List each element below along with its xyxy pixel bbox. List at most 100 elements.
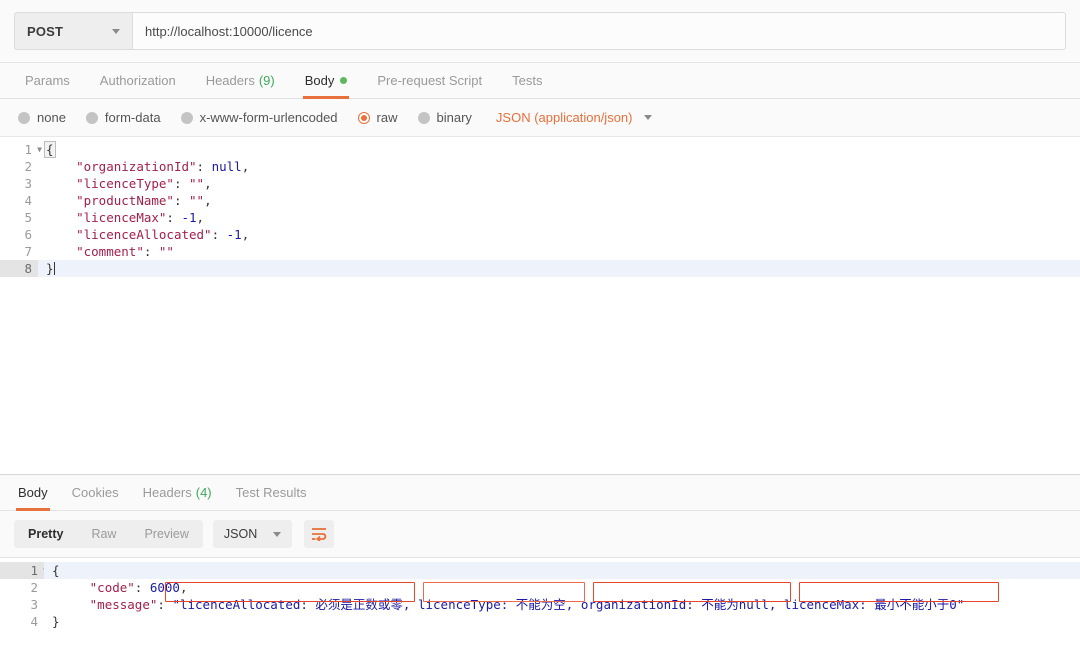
json-value: "" [189,176,204,191]
http-method-label: POST [27,24,112,39]
response-body-editor[interactable]: 1▼ 2 3 4 { "code": 6000, "message": "lic… [0,557,1080,647]
radio-icon [181,112,193,124]
json-key: "productName" [76,193,174,208]
code-line-3: "licenceType": "", [46,175,1080,192]
line-number: 5 [0,209,38,226]
json-key: "organizationId" [76,159,196,174]
response-tab-headers[interactable]: Headers (4) [131,475,224,510]
response-tab-headers-label: Headers [143,485,192,500]
line-number: 3 [0,175,38,192]
response-code-line-2: "code": 6000, [52,579,1080,596]
code-line-8: } [38,260,1080,277]
line-number: 2 [0,158,38,175]
response-tab-cookies[interactable]: Cookies [60,475,131,510]
body-modified-dot-icon [340,77,347,84]
radio-selected-icon [358,112,370,124]
tab-authorization-label: Authorization [100,73,176,88]
radio-icon [18,112,30,124]
json-value: "" [159,244,174,259]
tab-body-label: Body [305,73,335,88]
line-number: 2 [0,579,44,596]
json-key: "code" [90,580,135,595]
code-line-7: "comment": "" [46,243,1080,260]
tab-body[interactable]: Body [290,63,363,98]
request-url-input[interactable] [132,12,1066,50]
request-body-editor[interactable]: 1▼ 2 3 4 5 6 7 8 { "organizationId": nul… [0,137,1080,474]
text-cursor [54,262,55,275]
json-value: -1 [181,210,196,225]
response-code-line-4: } [52,613,1080,630]
json-value: "" [189,193,204,208]
view-mode-pretty[interactable]: Pretty [14,520,77,548]
body-type-raw-label: raw [377,110,398,125]
tab-headers-count: (9) [259,73,275,88]
line-number: 3 [0,596,44,613]
content-type-select[interactable]: JSON (application/json) [496,110,653,125]
response-tab-cookies-label: Cookies [72,485,119,500]
chevron-down-icon [644,115,652,120]
tab-headers-label: Headers [206,73,255,88]
line-number: 4 [0,192,38,209]
view-mode-raw[interactable]: Raw [77,520,130,548]
chevron-down-icon [112,29,120,34]
response-code-line-1: { [44,562,1080,579]
body-type-form-data-label: form-data [105,110,161,125]
json-key: "licenceMax" [76,210,166,225]
response-tab-headers-count: (4) [196,485,212,500]
line-number-active: 1▼ [0,562,44,579]
response-tab-body[interactable]: Body [6,475,60,510]
tab-params[interactable]: Params [10,63,85,98]
response-tab-test-results[interactable]: Test Results [224,475,319,510]
chevron-down-icon [273,532,281,537]
tab-tests[interactable]: Tests [497,63,557,98]
word-wrap-icon [311,527,327,541]
line-number: 7 [0,243,38,260]
tab-params-label: Params [25,73,70,88]
tab-authorization[interactable]: Authorization [85,63,191,98]
body-type-row: none form-data x-www-form-urlencoded raw… [0,99,1080,137]
http-method-select[interactable]: POST [14,12,132,50]
request-code-area: 1▼ 2 3 4 5 6 7 8 { "organizationId": nul… [0,137,1080,277]
json-value: 6000 [150,580,180,595]
body-type-none[interactable]: none [18,110,66,125]
brace-highlight: { [44,141,56,158]
request-code-lines: { "organizationId": null, "licenceType":… [38,137,1080,277]
request-gutter: 1▼ 2 3 4 5 6 7 8 [0,137,38,277]
code-line-2: "organizationId": null, [46,158,1080,175]
code-line-6: "licenceAllocated": -1, [46,226,1080,243]
body-type-none-label: none [37,110,66,125]
line-number: 6 [0,226,38,243]
json-key: "comment" [76,244,144,259]
tab-headers[interactable]: Headers (9) [191,63,290,98]
code-line-4: "productName": "", [46,192,1080,209]
word-wrap-button[interactable] [304,520,334,548]
radio-icon [418,112,430,124]
json-key: "message" [90,597,158,612]
response-format-select[interactable]: JSON [213,520,292,548]
body-type-urlencoded-label: x-www-form-urlencoded [200,110,338,125]
line-number-text: 1 [30,563,38,578]
body-type-binary-label: binary [437,110,472,125]
response-code-line-3: "message": "licenceAllocated: 必须是正数或零, l… [52,596,1080,613]
line-number: 1▼ [0,141,38,158]
response-tab-bar: Body Cookies Headers (4) Test Results [0,475,1080,511]
response-code-lines: { "code": 6000, "message": "licenceAlloc… [44,558,1080,630]
response-toolbar: Pretty Raw Preview JSON [0,511,1080,557]
body-type-urlencoded[interactable]: x-www-form-urlencoded [181,110,338,125]
json-key: "licenceAllocated" [76,227,211,242]
postman-window: POST Params Authorization Headers (9) Bo… [0,0,1080,647]
json-value-message: "licenceAllocated: 必须是正数或零, licenceType:… [172,597,964,612]
response-view-mode-group: Pretty Raw Preview [14,520,203,548]
body-type-form-data[interactable]: form-data [86,110,161,125]
tab-pre-request-script[interactable]: Pre-request Script [362,63,497,98]
line-number-active: 8 [0,260,38,277]
response-code-area: 1▼ 2 3 4 { "code": 6000, "message": "lic… [0,558,1080,630]
request-tab-bar: Params Authorization Headers (9) Body Pr… [0,62,1080,99]
json-key: "licenceType" [76,176,174,191]
body-type-raw[interactable]: raw [358,110,398,125]
view-mode-preview[interactable]: Preview [130,520,202,548]
code-line-1: { [46,141,1080,158]
body-type-binary[interactable]: binary [418,110,472,125]
line-number: 4 [0,613,44,630]
tab-tests-label: Tests [512,73,542,88]
